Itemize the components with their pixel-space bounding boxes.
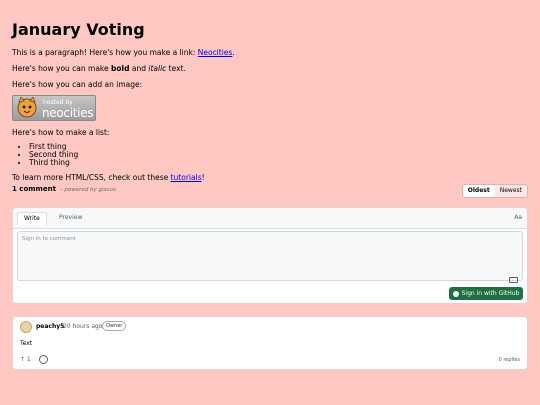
list-item: Third thing: [29, 159, 528, 167]
markdown-icon: [509, 277, 518, 283]
page-content: January Voting This is a paragraph! Here…: [0, 0, 540, 183]
paragraph-text: and: [129, 64, 149, 73]
paragraph-image: Here's how you can add an image:: [12, 80, 143, 89]
paragraph-bold-italic: Here's how you can make bold and italic …: [12, 64, 528, 74]
avatar[interactable]: [20, 321, 32, 333]
sign-in-label: Sign in with GitHub: [461, 290, 520, 297]
editor-tabs: Write Preview Aa: [13, 208, 527, 229]
sort-newest-button[interactable]: Newest: [495, 185, 527, 197]
sort-toggle: Oldest Newest: [461, 184, 528, 198]
badge-small-text: hosted by: [43, 99, 73, 106]
paragraph-text: Here's how you can make: [12, 64, 111, 73]
comment-time[interactable]: 20 hours ago: [63, 323, 102, 330]
bold-text: bold: [111, 64, 130, 73]
comment-editor: Write Preview Aa Sign in to comment Sign…: [12, 207, 528, 304]
hosted-by-neocities-badge: hosted by neocities: [12, 95, 96, 121]
comment-body: Text: [20, 340, 33, 347]
github-icon: [452, 290, 459, 297]
sort-oldest-button[interactable]: Oldest: [462, 185, 495, 197]
tab-write[interactable]: Write: [17, 212, 47, 225]
comment-count: 1 comment – powered by giscus: [12, 185, 116, 193]
paragraph-text: .: [232, 48, 235, 57]
comments-header: 1 comment – powered by giscus Oldest Newe…: [12, 184, 528, 198]
comment-author[interactable]: peachy5: [36, 323, 64, 330]
paragraph-text: !: [201, 173, 205, 182]
paragraph-text: To learn more HTML/CSS, check out these: [12, 173, 171, 182]
add-reaction-icon[interactable]: [39, 355, 48, 364]
formatting-toggle[interactable]: Aa: [514, 214, 522, 221]
list-item: Second thing: [29, 151, 528, 159]
italic-text: italic: [148, 64, 167, 73]
paragraph-text: This is a paragraph! Here's how you make…: [12, 48, 198, 57]
comment-card: peachy5 20 hours ago Owner Text ↑ 1 0 re…: [12, 316, 528, 370]
page-title: January Voting: [12, 20, 145, 39]
list-item: First thing: [29, 143, 528, 151]
paragraph-list: Here's how to make a list:: [12, 128, 110, 137]
neocities-cat-icon: [17, 97, 37, 118]
paragraph-learn: To learn more HTML/CSS, check out these …: [12, 173, 528, 183]
reply-count: 0 replies: [498, 357, 520, 363]
badge-big-text: neocities: [42, 106, 94, 120]
paragraph-link: This is a paragraph! Here's how you make…: [12, 48, 528, 58]
paragraph-text: text.: [166, 64, 186, 73]
tutorials-link[interactable]: tutorials: [171, 173, 202, 182]
example-list: First thing Second thing Third thing: [12, 143, 528, 167]
comment-textarea[interactable]: Sign in to comment: [17, 231, 523, 281]
comment-placeholder: Sign in to comment: [22, 236, 76, 242]
comment-count-label: 1 comment: [12, 185, 56, 193]
sign-in-github-button[interactable]: Sign in with GitHub: [449, 287, 523, 300]
tab-preview[interactable]: Preview: [53, 213, 88, 223]
powered-by-giscus: – powered by giscus: [59, 187, 116, 193]
upvote-button[interactable]: ↑ 1: [20, 356, 31, 363]
neocities-link[interactable]: Neocities: [198, 48, 233, 57]
owner-badge: Owner: [102, 321, 127, 331]
